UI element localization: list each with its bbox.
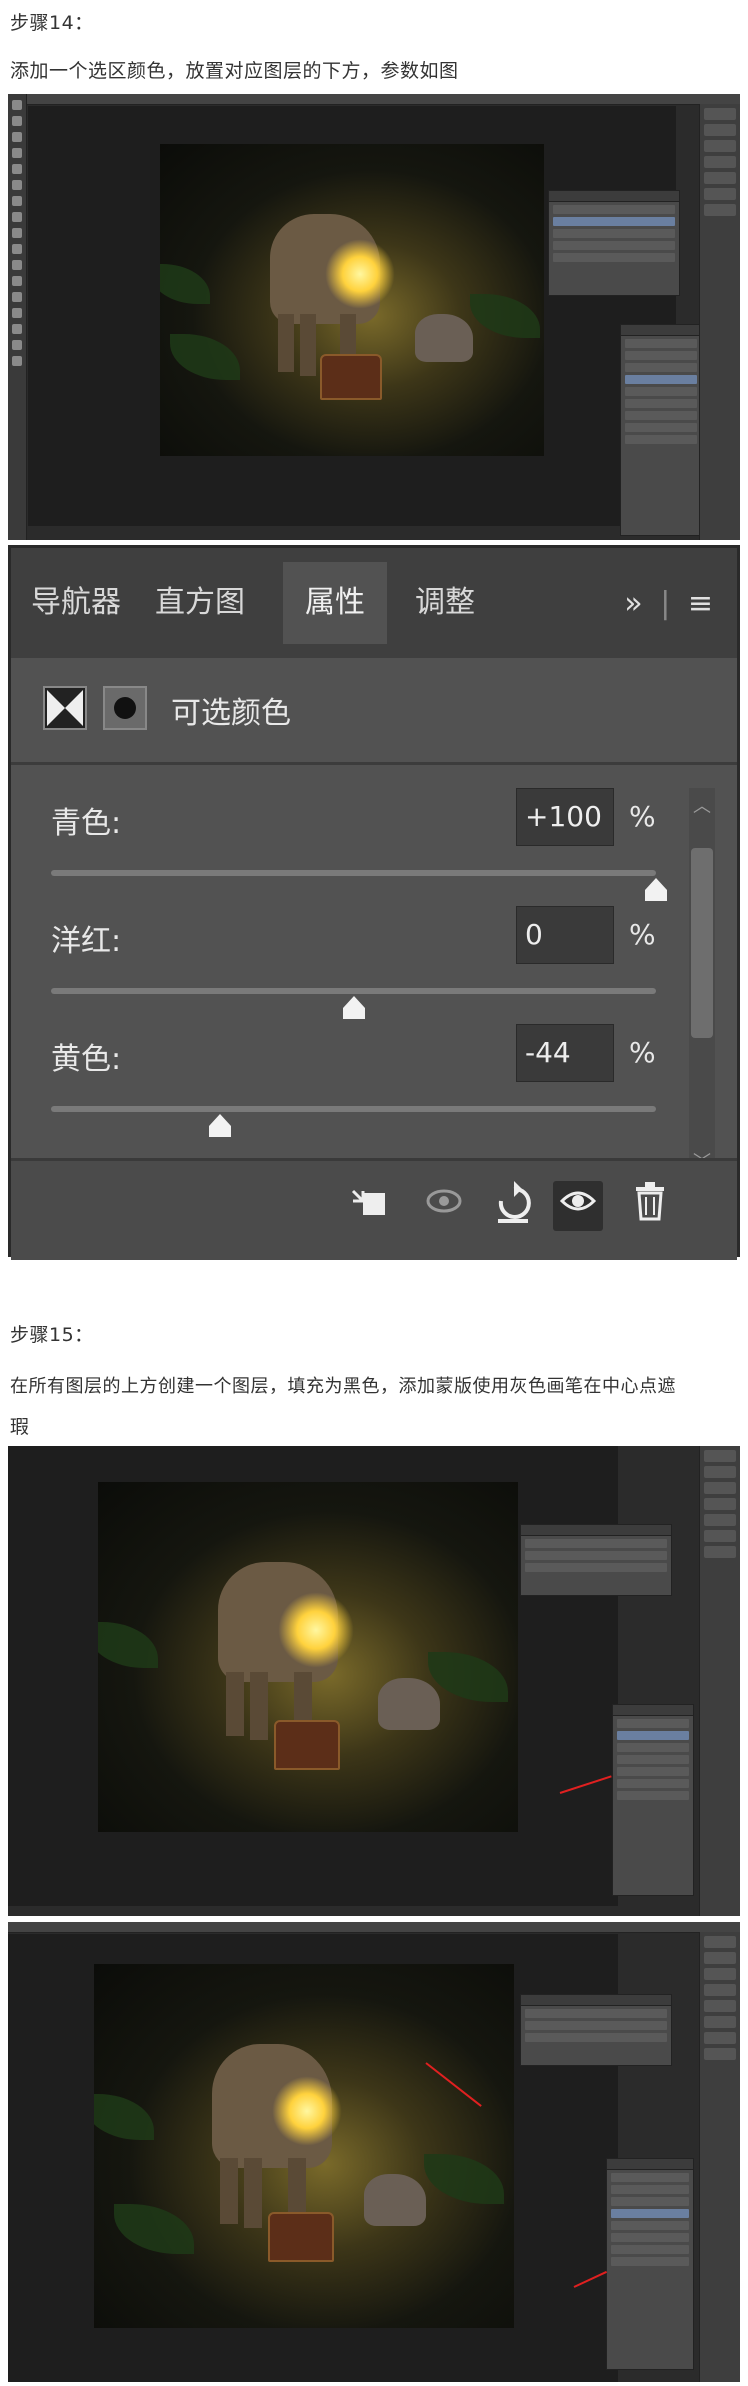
step15-heading: 步骤15： (10, 1324, 94, 1346)
step15-instruction-line1: 在所有图层的上方创建一个图层，填充为黑色，添加蒙版使用灰色画笔在中心点遮 (10, 1376, 676, 1397)
properties-panel-mini (520, 1524, 672, 1596)
photoshop-screenshot-1 (8, 94, 740, 540)
layers-panel-mini (620, 324, 702, 536)
expand-icon[interactable]: » (624, 586, 642, 621)
cyan-percent: % (629, 800, 656, 833)
yellow-slider-track[interactable] (51, 1106, 656, 1137)
panel-menu[interactable]: » | ≡ (624, 586, 713, 621)
yellow-value-input[interactable]: -44 (516, 1024, 614, 1082)
magenta-label: 洋红: (51, 924, 122, 959)
magenta-slider-track[interactable] (51, 988, 656, 1019)
artwork-image (160, 144, 544, 456)
visibility-eye-icon[interactable] (553, 1181, 603, 1231)
right-panel-dock (699, 1446, 740, 1916)
layers-panel-mini (606, 2158, 694, 2370)
scroll-up-icon[interactable]: ︿ (689, 792, 715, 818)
panel-scrollbar[interactable]: ︿ ﹀ (689, 788, 715, 1178)
magenta-percent: % (629, 918, 656, 951)
cyan-value-input[interactable]: +100 (516, 788, 614, 846)
yellow-label: 黄色: (51, 1042, 122, 1077)
photoshop-screenshot-2 (8, 1446, 740, 1916)
mask-icon[interactable] (103, 686, 147, 730)
hamburger-menu-icon[interactable]: ≡ (688, 586, 713, 621)
artwork-image (94, 1964, 514, 2328)
document-canvas (28, 106, 676, 526)
lantern-glow (278, 1592, 354, 1668)
properties-panel: 导航器 直方图 属性 调整 » | ≡ 可选颜色 青色: +100 % 洋红: … (8, 545, 740, 1260)
document-canvas (8, 1446, 618, 1906)
panel-footer (11, 1158, 737, 1260)
tab-histogram[interactable]: 直方图 (141, 562, 259, 644)
treasure-chest (268, 2212, 334, 2262)
tab-navigator[interactable]: 导航器 (17, 562, 135, 644)
magenta-value-input[interactable]: 0 (516, 906, 614, 964)
properties-panel-mini (520, 1994, 672, 2066)
lantern-glow (325, 239, 395, 309)
step14-heading: 步骤14： (10, 12, 94, 34)
tab-properties[interactable]: 属性 (283, 562, 387, 644)
toolbar (8, 94, 27, 540)
top-ruler (8, 1922, 740, 1933)
adjustment-layer-icon[interactable] (43, 686, 87, 730)
lantern-glow (272, 2076, 342, 2146)
step15-instruction-line2: 瑕 (10, 1416, 30, 1438)
artwork-image (98, 1482, 518, 1832)
photoshop-screenshot-3 (8, 1922, 740, 2382)
reset-icon[interactable] (489, 1181, 539, 1231)
panel-tab-bar: 导航器 直方图 属性 调整 » | ≡ (11, 548, 737, 658)
properties-panel-mini (548, 190, 680, 296)
trash-icon[interactable] (625, 1181, 675, 1231)
panel-title: 可选颜色 (171, 696, 291, 731)
view-previous-state-icon[interactable] (421, 1181, 471, 1231)
cyan-slider-track[interactable] (51, 870, 667, 901)
right-panel-dock (699, 1932, 740, 2382)
treasure-chest (320, 354, 382, 400)
right-panel-dock (699, 104, 740, 540)
step14-instruction: 添加一个选区颜色，放置对应图层的下方，参数如图 (10, 60, 459, 82)
clip-to-layer-icon[interactable] (344, 1181, 394, 1231)
yellow-percent: % (629, 1036, 656, 1069)
cyan-label: 青色: (51, 806, 122, 841)
layers-panel-mini (612, 1704, 694, 1896)
treasure-chest (274, 1720, 340, 1770)
tab-adjustments[interactable]: 调整 (389, 562, 501, 644)
top-ruler (26, 94, 740, 105)
scroll-thumb[interactable] (691, 848, 713, 1038)
